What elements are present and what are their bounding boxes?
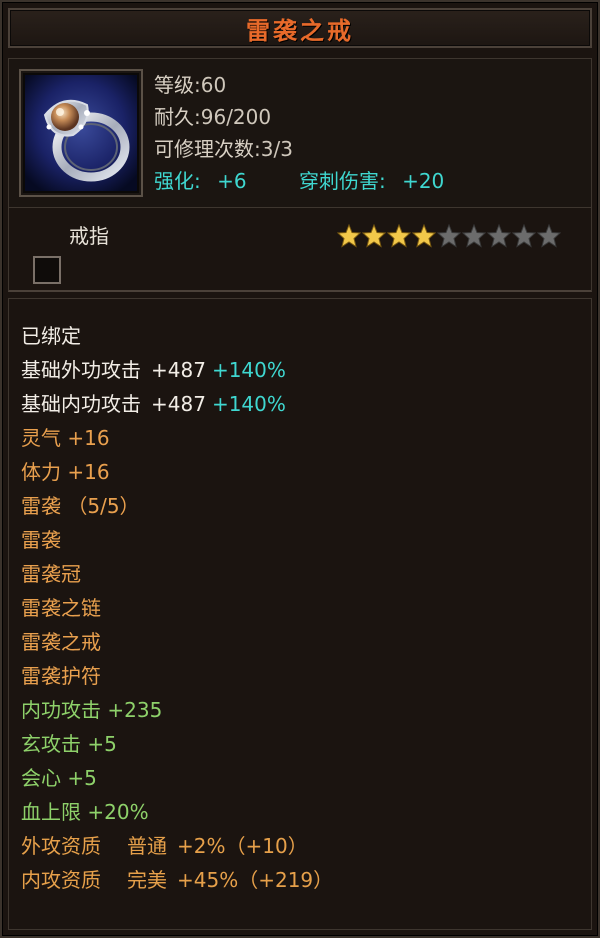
star-empty-icon [487,224,511,248]
base-outer-attack-value: +487 [151,358,206,382]
base-inner-attack-bonus: +140% [211,392,286,416]
hp-limit-attr: 血上限 +20% [21,800,149,824]
item-stats: 等级:60 耐久:96/200 可修理次数:3/3 强化: +6 穿刺伤害: +… [154,69,444,197]
item-name: 雷袭之戒 [246,16,354,45]
base-outer-attack-bonus: +140% [211,358,286,382]
repair-value: :3/3 [254,137,293,161]
outer-quality: 外攻资质 普通 +2%（+10） [21,829,591,863]
durability-value: :96/200 [194,105,272,129]
star-filled-icon [387,224,411,248]
set-item: 雷袭护符 [21,664,101,688]
spirit-attr: 灵气 +16 [21,426,110,450]
repair-line: 可修理次数:3/3 [154,133,444,165]
enhance-line: 强化: +6 穿刺伤害: +20 [154,165,444,197]
inner-quality: 内攻资质 完美 +45%（+219） [21,863,591,897]
set-item: 雷袭之戒 [21,630,101,654]
durability-line: 耐久:96/200 [154,101,444,133]
base-outer-attack: 基础外功攻击 +487 +140% [21,353,591,387]
inner-quality-grade: 完美 [127,868,167,892]
level-value: :60 [194,73,227,97]
item-icon-frame[interactable] [19,69,143,197]
title-bar: 雷袭之戒 [8,8,592,48]
star-filled-icon [412,224,436,248]
star-empty-icon [437,224,461,248]
base-inner-attack: 基础内功攻击 +487 +140% [21,387,591,421]
silver-pearl-ring-icon [25,75,137,191]
base-inner-attack-label: 基础内功攻击 [21,392,141,416]
item-type-section: 戒指 [8,208,592,292]
item-type: 戒指 [69,224,109,248]
set-name: 雷袭 （5/5） [21,494,140,518]
outer-quality-grade: 普通 [127,834,167,858]
item-tooltip: 雷袭之戒 等级:60 耐久:96/200 可修理次数:3/3 强化: +6 穿刺… [0,0,600,938]
level-label: 等级 [154,73,194,97]
inner-quality-label: 内攻资质 [21,868,101,892]
enhance-label: 强化: [154,169,201,193]
set-item: 雷袭 [21,528,61,552]
star-empty-icon [462,224,486,248]
outer-quality-value: +2%（+10） [177,834,308,858]
level-line: 等级:60 [154,69,444,101]
durability-label: 耐久 [154,105,194,129]
repair-label: 可修理次数 [154,137,254,161]
stamina-attr: 体力 +16 [21,460,110,484]
attribute-list: 已绑定 基础外功攻击 +487 +140% 基础内功攻击 +487 +140% 灵气 +… [8,298,592,930]
star-filled-icon [337,224,361,248]
bound-status: 已绑定 [21,324,81,348]
critical-attr: 会心 +5 [21,766,97,790]
star-rating [337,224,561,248]
base-inner-attack-value: +487 [151,392,206,416]
item-header: 等级:60 耐久:96/200 可修理次数:3/3 强化: +6 穿刺伤害: +… [8,58,592,208]
inner-attack-attr: 内功攻击 +235 [21,698,163,722]
star-empty-icon [537,224,561,248]
outer-quality-label: 外攻资质 [21,834,101,858]
pierce-value: +20 [402,169,445,193]
base-outer-attack-label: 基础外功攻击 [21,358,141,382]
gem-slot[interactable] [33,256,61,284]
set-item: 雷袭冠 [21,562,81,586]
star-filled-icon [362,224,386,248]
pierce-label: 穿刺伤害: [298,169,386,193]
inner-quality-value: +45%（+219） [177,868,334,892]
mystic-attack-attr: 玄攻击 +5 [21,732,117,756]
star-empty-icon [512,224,536,248]
set-item: 雷袭之链 [21,596,101,620]
enhance-value: +6 [217,169,247,193]
